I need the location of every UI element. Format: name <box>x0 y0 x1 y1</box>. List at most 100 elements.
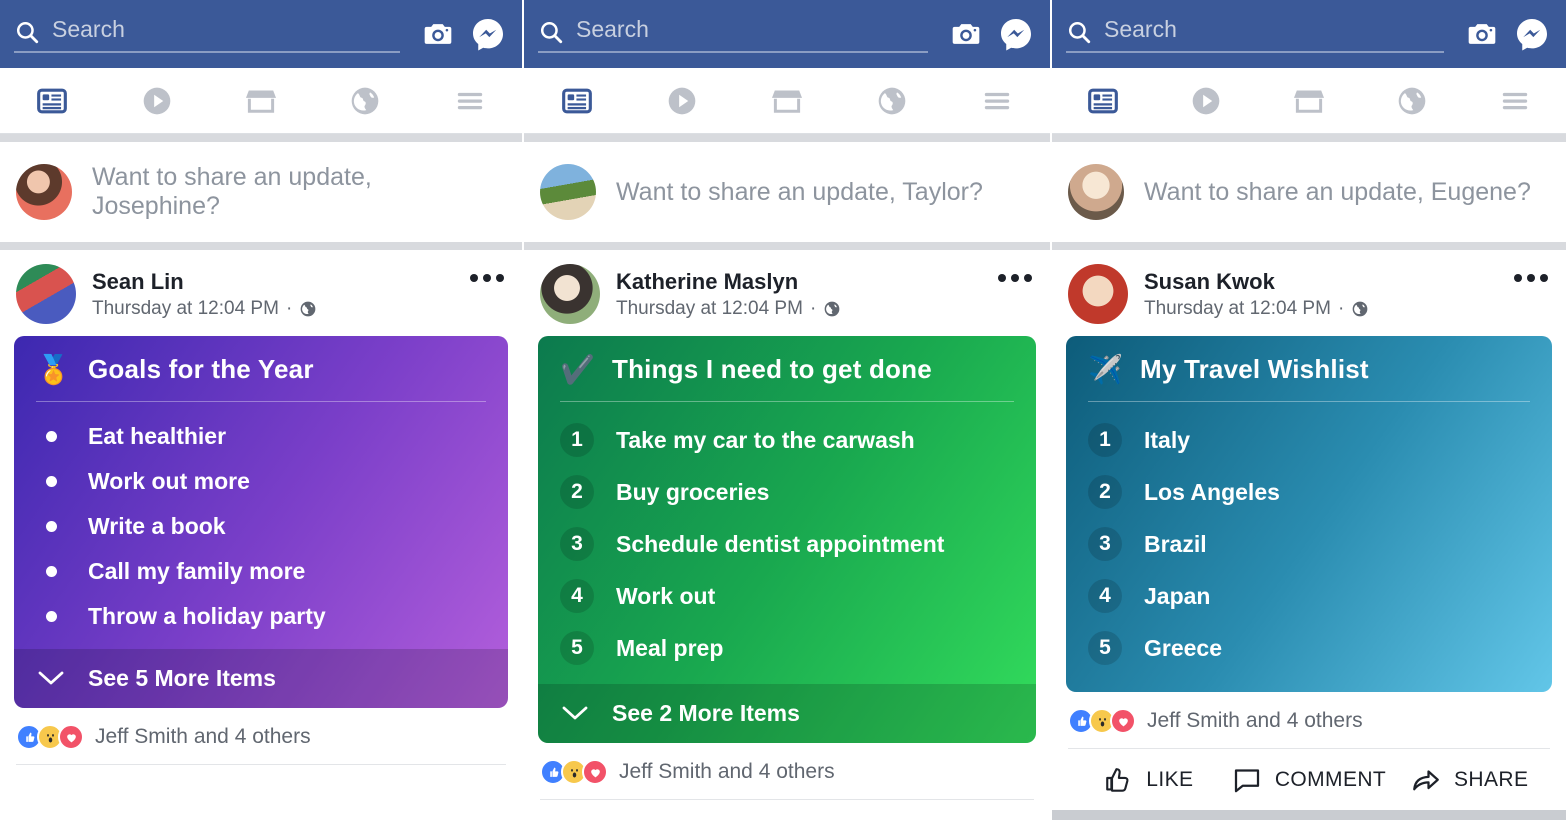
search-input[interactable] <box>52 15 400 45</box>
list-item-label: Write a book <box>88 513 226 539</box>
list-item-number: 2 <box>1088 475 1122 509</box>
list-item[interactable]: 4 Work out <box>538 570 1036 622</box>
globe-icon <box>824 301 840 317</box>
list-item[interactable]: Throw a holiday party <box>14 594 508 639</box>
post-author-name[interactable]: Susan Kwok <box>1144 268 1550 296</box>
list-item-label: Brazil <box>1144 530 1207 557</box>
post-menu-button[interactable] <box>470 274 504 282</box>
list-item[interactable]: Work out more <box>14 459 508 504</box>
list-item[interactable]: 5 Greece <box>1066 622 1552 674</box>
list-item[interactable]: 2 Buy groceries <box>538 466 1036 518</box>
camera-button[interactable] <box>1462 14 1502 54</box>
list-item-label: Eat healthier <box>88 423 227 449</box>
post-menu-button[interactable] <box>1514 274 1548 282</box>
chevron-down-icon <box>36 670 66 688</box>
status-composer[interactable]: Want to share an update, Josephine? <box>0 142 522 242</box>
list-item[interactable]: 1 Italy <box>1066 414 1552 466</box>
messenger-icon <box>1517 19 1547 51</box>
list-item-number: 2 <box>560 475 594 509</box>
sidebar-item-news-feed[interactable] <box>524 84 629 118</box>
sidebar-item-watch[interactable] <box>104 84 208 118</box>
avatar <box>540 264 600 324</box>
airplane-emoji: ✈️ <box>1088 353 1123 385</box>
post-menu-button[interactable] <box>998 274 1032 282</box>
ellipsis-icon <box>1514 274 1522 282</box>
search-bar[interactable] <box>1066 15 1444 53</box>
sidebar-item-marketplace[interactable] <box>1258 84 1361 118</box>
thumbs-up-icon <box>1106 768 1129 792</box>
reaction-summary[interactable]: Jeff Smith and 4 others <box>0 708 522 764</box>
reaction-text: Jeff Smith and 4 others <box>1147 709 1363 732</box>
search-bar[interactable] <box>538 15 928 53</box>
composer-prompt: Want to share an update, Josephine? <box>92 163 372 220</box>
sidebar-item-news-feed[interactable] <box>1052 84 1155 118</box>
check-mark-emoji: ✔️ <box>560 353 595 385</box>
ellipsis-icon <box>998 274 1006 282</box>
list-item-label: Throw a holiday party <box>88 603 326 629</box>
phone-screen-2: Want to share an update, Taylor? Katheri… <box>522 0 1050 820</box>
post-timestamp: Thursday at 12:04 PM <box>1144 298 1331 320</box>
bottom-scroll-strip <box>1052 810 1566 820</box>
list-card-title: My Travel Wishlist <box>1140 354 1369 384</box>
sidebar-item-menu[interactable] <box>418 84 522 118</box>
section-gap <box>524 134 1050 142</box>
sidebar-item-menu[interactable] <box>1463 84 1566 118</box>
list-item[interactable]: Call my family more <box>14 549 508 594</box>
avatar <box>540 164 596 220</box>
list-item[interactable]: 2 Los Angeles <box>1066 466 1552 518</box>
see-more-items-button[interactable]: See 2 More Items <box>538 684 1036 743</box>
list-post-card: ✈️ My Travel Wishlist 1 Italy 2 Los Ange… <box>1066 336 1552 692</box>
like-button[interactable]: LIKE <box>1068 749 1229 811</box>
storefront-icon <box>771 90 803 113</box>
sidebar-item-notifications[interactable] <box>1360 84 1463 118</box>
list-card-title: Goals for the Year <box>88 354 314 384</box>
post-author-name[interactable]: Katherine Maslyn <box>616 268 1034 296</box>
sidebar-item-notifications[interactable] <box>840 84 945 118</box>
news-feed-icon <box>561 88 592 113</box>
sidebar-item-menu[interactable] <box>945 84 1050 118</box>
list-item[interactable]: 5 Meal prep <box>538 622 1036 674</box>
sidebar-item-notifications[interactable] <box>313 84 417 118</box>
list-item[interactable]: Eat healthier <box>14 414 508 459</box>
bullet-icon <box>36 611 66 622</box>
post-action-bar: LIKE COMMENT SHARE <box>1068 748 1550 811</box>
camera-button[interactable] <box>946 14 986 54</box>
list-card-title: Things I need to get done <box>612 354 932 384</box>
news-feed-icon <box>37 88 68 113</box>
messenger-button[interactable] <box>996 14 1036 54</box>
list-item[interactable]: Write a book <box>14 504 508 549</box>
search-bar[interactable] <box>14 15 400 53</box>
search-input[interactable] <box>576 15 928 45</box>
reaction-summary[interactable]: Jeff Smith and 4 others <box>524 743 1050 799</box>
comment-bubble-icon <box>1234 769 1259 793</box>
messenger-button[interactable] <box>468 14 508 54</box>
list-item[interactable]: 1 Take my car to the carwash <box>538 414 1036 466</box>
sidebar-item-marketplace[interactable] <box>734 84 839 118</box>
heart-reaction-icon <box>1110 708 1136 734</box>
heart-reaction-icon <box>58 724 84 750</box>
post-author-name[interactable]: Sean Lin <box>92 268 506 296</box>
sidebar-item-news-feed[interactable] <box>0 84 104 118</box>
list-item-label: Greece <box>1144 634 1223 661</box>
sidebar-item-watch[interactable] <box>1155 84 1258 118</box>
bullet-icon <box>36 521 66 532</box>
list-items: 1 Take my car to the carwash 2 Buy groce… <box>538 402 1036 684</box>
comment-button[interactable]: COMMENT <box>1229 749 1390 811</box>
status-composer[interactable]: Want to share an update, Eugene? <box>1052 142 1566 242</box>
list-item[interactable]: 4 Japan <box>1066 570 1552 622</box>
search-input[interactable] <box>1104 15 1444 45</box>
status-composer[interactable]: Want to share an update, Taylor? <box>524 142 1050 242</box>
reaction-summary[interactable]: Jeff Smith and 4 others <box>1052 692 1566 748</box>
list-item[interactable]: 3 Schedule dentist appointment <box>538 518 1036 570</box>
reaction-text: Jeff Smith and 4 others <box>95 725 311 748</box>
see-more-items-button[interactable]: See 5 More Items <box>14 649 508 708</box>
see-more-label: See 2 More Items <box>612 700 800 726</box>
sidebar-item-watch[interactable] <box>629 84 734 118</box>
sidebar-item-marketplace[interactable] <box>209 84 313 118</box>
divider <box>540 799 1034 800</box>
list-item[interactable]: 3 Brazil <box>1066 518 1552 570</box>
camera-button[interactable] <box>418 14 458 54</box>
share-button[interactable]: SHARE <box>1389 749 1550 811</box>
messenger-button[interactable] <box>1512 14 1552 54</box>
list-item-label: Call my family more <box>88 558 306 584</box>
